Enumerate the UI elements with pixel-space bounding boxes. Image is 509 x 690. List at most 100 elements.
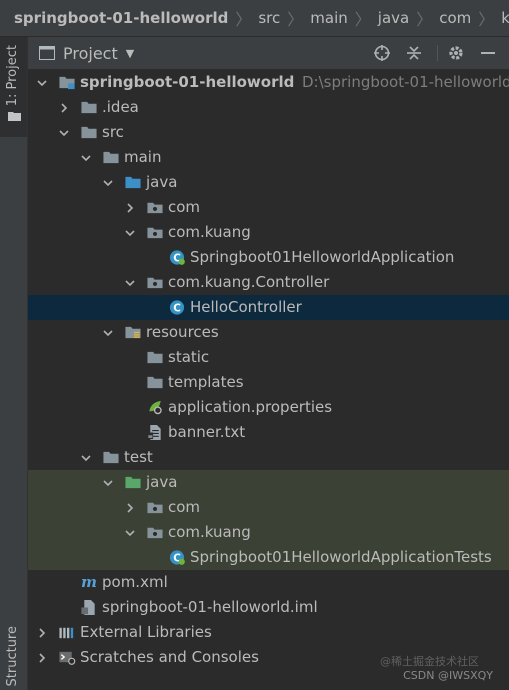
breadcrumb-item[interactable]: com bbox=[434, 9, 476, 27]
tree-item-label: templates bbox=[168, 373, 244, 391]
tree-item-external-libraries[interactable]: External Libraries bbox=[28, 620, 509, 645]
tree-item-iml[interactable]: springboot-01-helloworld.iml bbox=[28, 595, 509, 620]
collapse-all-icon[interactable] bbox=[404, 43, 424, 63]
folder-icon bbox=[81, 101, 97, 114]
tree-item-label: External Libraries bbox=[80, 623, 212, 641]
tree-item-main-java[interactable]: java bbox=[28, 170, 509, 195]
watermark-csdn: CSDN @IWSXQY bbox=[403, 669, 493, 682]
iml-file-icon bbox=[81, 599, 95, 616]
test-source-highlight bbox=[28, 520, 509, 545]
breadcrumb-separator-icon: 〉 bbox=[287, 10, 304, 29]
tree-item-application-class[interactable]: C Springboot01HelloworldApplication bbox=[28, 245, 509, 270]
package-icon bbox=[147, 227, 163, 239]
tree-item-test-java[interactable]: java bbox=[28, 470, 509, 495]
spring-class-icon: C bbox=[169, 250, 185, 265]
chevron-down-icon[interactable] bbox=[36, 70, 48, 95]
chevron-down-icon[interactable] bbox=[58, 120, 70, 145]
class-icon: C bbox=[169, 300, 185, 315]
tree-item-label: com.kuang bbox=[168, 223, 251, 241]
libraries-icon bbox=[59, 627, 74, 639]
module-folder-icon bbox=[59, 76, 75, 90]
tree-item-label: test bbox=[124, 448, 153, 466]
maven-icon: m bbox=[81, 574, 97, 591]
project-tree: springboot-01-helloworld D:\springboot-01… bbox=[28, 70, 509, 690]
tree-item-idea[interactable]: .idea bbox=[28, 95, 509, 120]
chevron-down-icon[interactable] bbox=[102, 470, 114, 495]
project-tool-label: 1: Project bbox=[5, 45, 20, 107]
package-icon bbox=[147, 202, 163, 214]
folder-icon bbox=[81, 126, 97, 139]
breadcrumb-item[interactable]: java bbox=[373, 9, 414, 27]
package-icon bbox=[147, 502, 163, 514]
tree-item-application-properties[interactable]: application.properties bbox=[28, 395, 509, 420]
watermark-juejin: @稀土掘金技术社区 bbox=[380, 655, 479, 668]
tree-item-label: static bbox=[168, 348, 210, 366]
svg-text:C: C bbox=[173, 302, 181, 314]
breadcrumb-item[interactable]: src bbox=[253, 9, 285, 27]
gear-icon[interactable] bbox=[446, 43, 466, 63]
tree-item-project-root[interactable]: springboot-01-helloworld D:\springboot-01… bbox=[28, 70, 509, 95]
chevron-right-icon[interactable] bbox=[58, 95, 70, 120]
tree-item-hello-controller[interactable]: C HelloController bbox=[28, 295, 509, 320]
breadcrumb-item[interactable]: springboot-01-helloworld bbox=[0, 9, 233, 27]
chevron-down-icon[interactable] bbox=[102, 320, 114, 345]
tree-item-com[interactable]: com bbox=[28, 195, 509, 220]
tree-item-label: java bbox=[146, 473, 178, 491]
chevron-right-icon[interactable] bbox=[36, 645, 48, 670]
tree-item-label: Scratches and Consoles bbox=[80, 648, 259, 666]
breadcrumb-separator-icon: 〉 bbox=[354, 10, 371, 29]
chevron-down-icon[interactable] bbox=[80, 145, 92, 170]
tree-item-com-kuang[interactable]: com.kuang bbox=[28, 220, 509, 245]
structure-tool-button[interactable]: Structure bbox=[5, 626, 20, 686]
tree-item-controller-package[interactable]: com.kuang.Controller bbox=[28, 270, 509, 295]
chevron-down-icon[interactable] bbox=[80, 445, 92, 470]
breadcrumb-separator-icon: 〉 bbox=[478, 10, 495, 29]
tree-item-pom-xml[interactable]: m pom.xml bbox=[28, 570, 509, 595]
tree-item-label: Springboot01HelloworldApplication bbox=[190, 248, 455, 266]
tree-item-static[interactable]: static bbox=[28, 345, 509, 370]
spring-class-icon: C bbox=[169, 550, 185, 565]
package-icon bbox=[147, 277, 163, 289]
locate-icon[interactable] bbox=[372, 43, 392, 63]
panel-title[interactable]: Project bbox=[63, 44, 118, 63]
tree-item-label: com.kuang.Controller bbox=[168, 273, 330, 291]
tree-item-label: springboot-01-helloworld bbox=[80, 73, 295, 91]
tree-item-test-com-kuang[interactable]: com.kuang bbox=[28, 520, 509, 545]
chevron-right-icon[interactable] bbox=[124, 195, 136, 220]
tree-item-main[interactable]: main bbox=[28, 145, 509, 170]
left-tool-stripe: 1: Project Structure bbox=[0, 37, 28, 690]
tree-item-templates[interactable]: templates bbox=[28, 370, 509, 395]
view-dropdown-icon[interactable]: ▼ bbox=[126, 47, 134, 60]
breadcrumb-item[interactable]: main bbox=[305, 9, 352, 27]
folder-icon bbox=[147, 376, 163, 389]
breadcrumb-separator-icon: 〉 bbox=[416, 10, 433, 29]
tree-item-label: main bbox=[124, 148, 162, 166]
source-folder-icon bbox=[125, 176, 141, 189]
chevron-right-icon[interactable] bbox=[124, 495, 136, 520]
tree-item-test[interactable]: test bbox=[28, 445, 509, 470]
scratches-icon bbox=[59, 651, 76, 665]
tree-item-banner-txt[interactable]: ≡ banner.txt bbox=[28, 420, 509, 445]
test-source-highlight bbox=[28, 495, 509, 520]
chevron-right-icon[interactable] bbox=[36, 620, 48, 645]
tree-item-label: banner.txt bbox=[168, 423, 246, 441]
folder-icon bbox=[103, 451, 119, 464]
project-window-icon bbox=[39, 46, 55, 60]
breadcrumb-item[interactable]: kuang bbox=[496, 9, 509, 27]
minimize-icon[interactable] bbox=[478, 43, 498, 63]
project-tool-button[interactable]: 1: Project bbox=[0, 37, 27, 137]
chevron-down-icon[interactable] bbox=[124, 270, 136, 295]
tree-item-src[interactable]: src bbox=[28, 120, 509, 145]
tree-item-label: .idea bbox=[102, 98, 139, 116]
breadcrumb-separator-icon: 〉 bbox=[235, 10, 252, 29]
chevron-down-icon[interactable] bbox=[102, 170, 114, 195]
tree-item-application-tests[interactable]: C Springboot01HelloworldApplicationTests bbox=[28, 545, 509, 570]
breadcrumb: springboot-01-helloworld 〉 src 〉 main 〉 java 〉 c… bbox=[0, 0, 509, 37]
tree-item-resources[interactable]: resources bbox=[28, 320, 509, 345]
tree-item-label: HelloController bbox=[190, 298, 302, 316]
chevron-down-icon[interactable] bbox=[124, 520, 136, 545]
tree-item-label: com bbox=[168, 498, 201, 516]
folder-icon bbox=[103, 151, 119, 164]
tree-item-test-com[interactable]: com bbox=[28, 495, 509, 520]
chevron-down-icon[interactable] bbox=[124, 220, 136, 245]
